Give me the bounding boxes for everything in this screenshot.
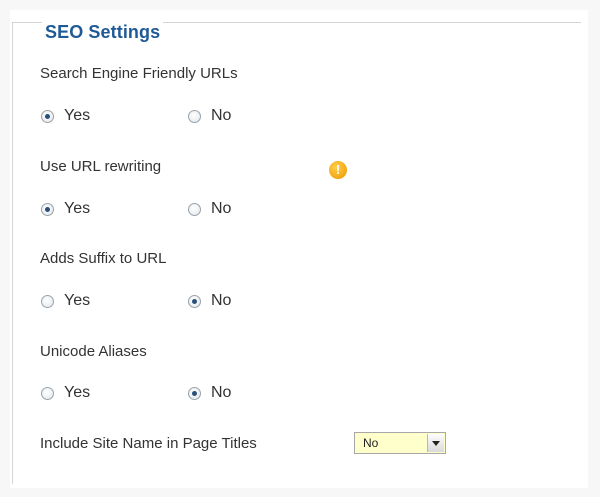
setting-label-unicode-aliases: Unicode Aliases	[40, 343, 147, 360]
suffix-no-label[interactable]: No	[211, 292, 231, 310]
chevron-down-icon[interactable]	[427, 434, 444, 452]
suffix-yes-option[interactable]: Yes	[41, 292, 90, 310]
unicode-yes-label[interactable]: Yes	[64, 384, 90, 402]
unicode-no-option[interactable]: No	[188, 384, 231, 402]
url-rewriting-no-label[interactable]: No	[211, 200, 231, 218]
sef-urls-no-option[interactable]: No	[188, 107, 231, 125]
unicode-no-label[interactable]: No	[211, 384, 231, 402]
sef-urls-yes-label[interactable]: Yes	[64, 107, 90, 125]
sef-urls-yes-radio[interactable]	[41, 109, 54, 123]
setting-label-suffix: Adds Suffix to URL	[40, 250, 167, 267]
sef-urls-yes-option[interactable]: Yes	[41, 107, 90, 125]
setting-label-site-name-titles: Include Site Name in Page Titles	[40, 435, 257, 452]
section-title: SEO Settings	[42, 20, 164, 44]
suffix-no-option[interactable]: No	[188, 292, 231, 310]
suffix-yes-label[interactable]: Yes	[64, 292, 90, 310]
unicode-yes-option[interactable]: Yes	[41, 384, 90, 402]
warning-icon: !	[329, 161, 347, 179]
setting-label-sef-urls: Search Engine Friendly URLs	[40, 65, 238, 82]
url-rewriting-yes-label[interactable]: Yes	[64, 200, 90, 218]
sef-urls-no-label[interactable]: No	[211, 107, 231, 125]
url-rewriting-yes-radio[interactable]	[41, 202, 54, 216]
unicode-yes-radio[interactable]	[41, 386, 54, 400]
suffix-yes-radio[interactable]	[41, 294, 54, 308]
suffix-no-radio[interactable]	[188, 294, 201, 308]
url-rewriting-yes-option[interactable]: Yes	[41, 200, 90, 218]
site-name-titles-select[interactable]: No	[354, 432, 446, 454]
sef-urls-no-radio[interactable]	[188, 109, 201, 123]
setting-label-url-rewriting: Use URL rewriting	[40, 158, 162, 175]
unicode-no-radio[interactable]	[188, 386, 201, 400]
url-rewriting-no-radio[interactable]	[188, 202, 201, 216]
url-rewriting-no-option[interactable]: No	[188, 200, 231, 218]
select-value[interactable]: No	[363, 436, 378, 451]
